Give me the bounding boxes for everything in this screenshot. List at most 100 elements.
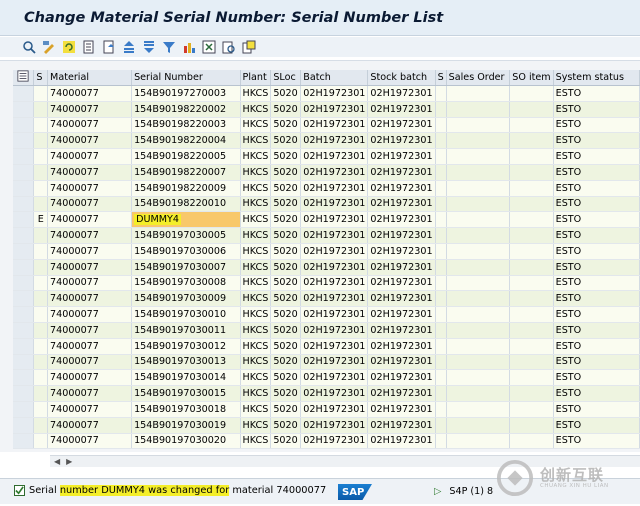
column-header-s2[interactable]: S bbox=[435, 70, 447, 86]
row-selector[interactable] bbox=[13, 227, 35, 244]
row-selector[interactable] bbox=[13, 164, 35, 181]
serial-number-cell[interactable]: 154B90198220007 bbox=[131, 164, 241, 181]
layout-icon[interactable] bbox=[240, 39, 257, 56]
table-row[interactable]: 74000077 154B90197030015 HKCS 5020 02H197230… bbox=[13, 385, 640, 402]
sales-order-cell bbox=[446, 433, 511, 450]
serial-number-cell[interactable]: 154B90197030011 bbox=[131, 322, 241, 339]
row-selector[interactable] bbox=[13, 211, 35, 229]
column-header-s[interactable]: S bbox=[33, 70, 49, 86]
serial-number-cell[interactable]: 154B90197030020 bbox=[131, 433, 241, 450]
row-selector[interactable] bbox=[13, 433, 35, 450]
scroll-left-icon[interactable]: ◀ bbox=[54, 457, 60, 466]
serial-number-cell[interactable]: 154B90197030010 bbox=[131, 306, 241, 323]
table-row[interactable]: 74000077 154B90198220004 HKCS 5020 02H197230… bbox=[13, 132, 640, 150]
row-selector[interactable] bbox=[13, 401, 35, 418]
details-icon[interactable] bbox=[20, 39, 37, 56]
row-selector[interactable] bbox=[13, 180, 35, 197]
serial-number-cell[interactable]: 154B90198220002 bbox=[131, 101, 241, 118]
table-row[interactable]: 74000077 154B90197270003 HKCS 5020 02H197230… bbox=[13, 85, 640, 102]
serial-number-cell[interactable]: 154B90198220009 bbox=[131, 180, 241, 197]
table-row[interactable]: 74000077 154B90197030005 HKCS 5020 02H197230… bbox=[13, 227, 640, 244]
graphic-icon[interactable] bbox=[180, 39, 197, 56]
column-header-serial-number[interactable]: Serial Number bbox=[131, 70, 241, 86]
table-row[interactable]: 74000077 154B90197030011 HKCS 5020 02H197230… bbox=[13, 322, 640, 339]
sort-descending-icon[interactable] bbox=[140, 39, 157, 56]
system-info[interactable]: ▷ S4P (1) 8 bbox=[434, 486, 493, 497]
serial-number-cell[interactable]: 154B90197030008 bbox=[131, 275, 241, 292]
column-header-system-status[interactable]: System status bbox=[553, 70, 640, 86]
table-row[interactable]: 74000077 154B90198220003 HKCS 5020 02H197230… bbox=[13, 117, 640, 134]
serial-number-cell[interactable]: 154B90198220004 bbox=[131, 132, 241, 150]
table-row[interactable]: 74000077 154B90197030014 HKCS 5020 02H197230… bbox=[13, 369, 640, 387]
serial-number-cell[interactable]: 154B90197030013 bbox=[131, 354, 241, 371]
row-selector[interactable] bbox=[13, 117, 35, 134]
table-row[interactable]: 74000077 154B90198220005 HKCS 5020 02H197230… bbox=[13, 148, 640, 165]
serial-number-cell[interactable]: DUMMY4 bbox=[131, 211, 241, 229]
row-selector[interactable] bbox=[13, 354, 35, 371]
choose-icon[interactable] bbox=[80, 39, 97, 56]
column-header-sales-order[interactable]: Sales Order bbox=[446, 70, 511, 86]
refresh-icon[interactable] bbox=[60, 39, 77, 56]
column-header-plant[interactable]: Plant bbox=[240, 70, 272, 86]
column-header-so-item[interactable]: SO item bbox=[509, 70, 554, 86]
table-row[interactable]: 74000077 154B90197030012 HKCS 5020 02H197230… bbox=[13, 338, 640, 355]
table-row[interactable]: 74000077 154B90198220009 HKCS 5020 02H197230… bbox=[13, 180, 640, 197]
serial-number-cell[interactable]: 154B90197030014 bbox=[131, 369, 241, 387]
serial-number-cell[interactable]: 154B90197030009 bbox=[131, 290, 241, 308]
excel-export-icon[interactable] bbox=[200, 39, 217, 56]
change-icon[interactable] bbox=[40, 39, 57, 56]
table-row[interactable]: 74000077 154B90197030019 HKCS 5020 02H197230… bbox=[13, 417, 640, 434]
status-message[interactable]: Serial number DUMMY4 was changed for mat… bbox=[14, 485, 326, 496]
play-icon[interactable]: ▷ bbox=[434, 486, 441, 497]
sales-order-cell bbox=[446, 401, 511, 418]
row-selector[interactable] bbox=[13, 85, 35, 102]
column-header-material[interactable]: Material bbox=[47, 70, 133, 86]
scroll-right-icon[interactable]: ▶ bbox=[66, 457, 72, 466]
table-row[interactable]: 74000077 154B90197030010 HKCS 5020 02H197230… bbox=[13, 306, 640, 323]
row-selector[interactable] bbox=[13, 101, 35, 118]
serial-number-cell[interactable]: 154B90197030015 bbox=[131, 385, 241, 402]
serial-number-cell[interactable]: 154B90198220003 bbox=[131, 117, 241, 134]
table-row[interactable]: 74000077 154B90198220002 HKCS 5020 02H197230… bbox=[13, 101, 640, 118]
print-preview-icon[interactable] bbox=[220, 39, 237, 56]
select-all-button[interactable] bbox=[13, 70, 35, 86]
serial-number-cell[interactable]: 154B90197030018 bbox=[131, 401, 241, 418]
row-selector[interactable] bbox=[13, 322, 35, 339]
row-selector[interactable] bbox=[13, 338, 35, 355]
serial-number-cell[interactable]: 154B90197030005 bbox=[131, 227, 241, 244]
table-row[interactable]: 74000077 154B90197030009 HKCS 5020 02H197230… bbox=[13, 290, 640, 308]
row-selector[interactable] bbox=[13, 243, 35, 260]
row-selector[interactable] bbox=[13, 132, 35, 150]
row-selector[interactable] bbox=[13, 196, 35, 213]
serial-number-cell[interactable]: 154B90198220010 bbox=[131, 196, 241, 213]
column-header-batch[interactable]: Batch bbox=[300, 70, 369, 86]
filter-icon[interactable] bbox=[160, 39, 177, 56]
save-variant-icon[interactable] bbox=[100, 39, 117, 56]
serial-number-cell[interactable]: 154B90197030007 bbox=[131, 259, 241, 276]
table-row[interactable]: E 74000077 DUMMY4 HKCS 5020 02H1972301 02H1972… bbox=[13, 211, 640, 229]
table-row[interactable]: 74000077 154B90198220010 HKCS 5020 02H197230… bbox=[13, 196, 640, 213]
row-selector[interactable] bbox=[13, 417, 35, 434]
serial-number-cell[interactable]: 154B90197030006 bbox=[131, 243, 241, 260]
serial-number-cell[interactable]: 154B90197030019 bbox=[131, 417, 241, 434]
row-selector[interactable] bbox=[13, 369, 35, 387]
table-row[interactable]: 74000077 154B90197030006 HKCS 5020 02H197230… bbox=[13, 243, 640, 260]
column-header-stock-batch[interactable]: Stock batch bbox=[367, 70, 436, 86]
column-header-sloc[interactable]: SLoc bbox=[270, 70, 302, 86]
serial-number-cell[interactable]: 154B90198220005 bbox=[131, 148, 241, 165]
row-selector[interactable] bbox=[13, 148, 35, 165]
table-row[interactable]: 74000077 154B90197030007 HKCS 5020 02H197230… bbox=[13, 259, 640, 276]
serial-number-cell[interactable]: 154B90197270003 bbox=[131, 85, 241, 102]
table-row[interactable]: 74000077 154B90197030020 HKCS 5020 02H197230… bbox=[13, 433, 640, 450]
row-selector[interactable] bbox=[13, 290, 35, 308]
table-row[interactable]: 74000077 154B90197030008 HKCS 5020 02H197230… bbox=[13, 275, 640, 292]
sort-ascending-icon[interactable] bbox=[120, 39, 137, 56]
table-row[interactable]: 74000077 154B90198220007 HKCS 5020 02H197230… bbox=[13, 164, 640, 181]
table-row[interactable]: 74000077 154B90197030018 HKCS 5020 02H197230… bbox=[13, 401, 640, 418]
table-row[interactable]: 74000077 154B90197030013 HKCS 5020 02H197230… bbox=[13, 354, 640, 371]
row-selector[interactable] bbox=[13, 275, 35, 292]
row-selector[interactable] bbox=[13, 306, 35, 323]
serial-number-cell[interactable]: 154B90197030012 bbox=[131, 338, 241, 355]
row-selector[interactable] bbox=[13, 259, 35, 276]
row-selector[interactable] bbox=[13, 385, 35, 402]
